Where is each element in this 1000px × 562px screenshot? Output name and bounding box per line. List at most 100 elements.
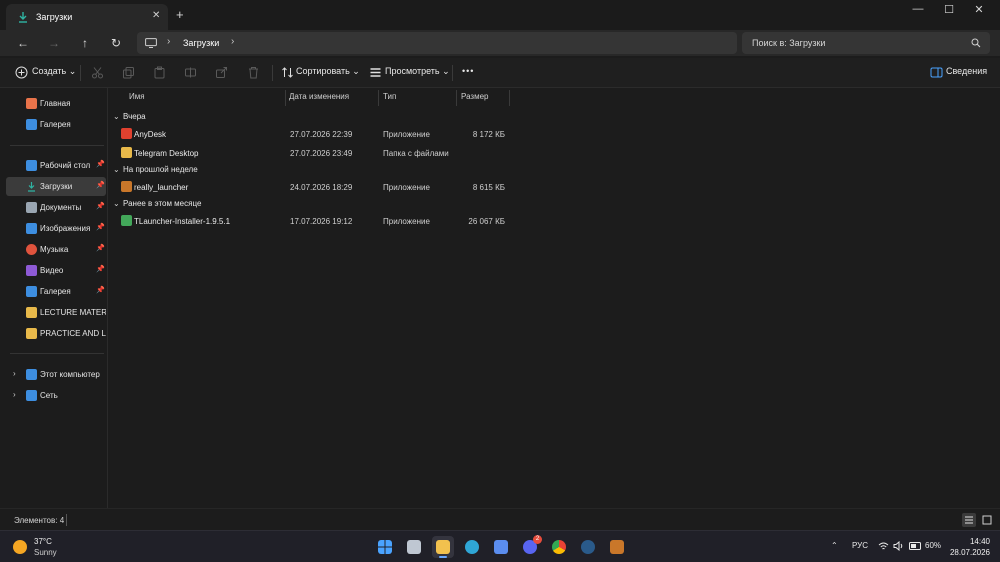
column-separator[interactable] <box>456 90 457 106</box>
file-row-really-launcher[interactable]: really_launcher 24.07.2026 18:29 Приложе… <box>109 178 529 196</box>
chevron-down-icon: ⌄ <box>352 66 360 76</box>
close-window-button[interactable]: ✕ <box>964 3 994 19</box>
column-header-type[interactable]: Тип <box>383 92 396 101</box>
wifi-icon[interactable] <box>878 541 889 551</box>
address-bar[interactable]: › Загрузки › <box>137 32 737 54</box>
refresh-button[interactable]: ↻ <box>107 35 125 51</box>
view-button[interactable]: Просмотреть ⌄ <box>385 66 450 77</box>
details-view-icon[interactable] <box>962 513 976 527</box>
sidebar-item-desktop[interactable]: Рабочий стол 📌 <box>6 156 106 175</box>
rename-icon[interactable] <box>184 66 197 79</box>
maximize-button[interactable]: ☐ <box>934 3 964 19</box>
copy-icon[interactable] <box>122 66 135 79</box>
paste-icon[interactable] <box>153 66 166 79</box>
sidebar-item-music[interactable]: Музыка 📌 <box>6 240 106 259</box>
minimize-button[interactable]: — <box>903 3 933 19</box>
divider <box>66 514 67 526</box>
downloads-icon <box>28 182 35 192</box>
sort-button[interactable]: Сортировать ⌄ <box>296 66 360 77</box>
command-bar: Создать ⌄ Сортировать ⌄ Просмотреть ⌄ ••… <box>0 58 1000 88</box>
tiles-view-icon[interactable] <box>980 513 994 527</box>
weather-description[interactable]: Sunny <box>34 548 57 557</box>
chevron-down-icon: ⌄ <box>113 112 120 121</box>
expand-chevron-icon[interactable]: › <box>13 369 16 378</box>
pin-icon: 📌 <box>96 245 105 252</box>
file-list: Имя Дата изменения Тип Размер ⌄ Вчера Any… <box>109 88 1000 508</box>
details-pane-icon <box>930 67 943 78</box>
tray-overflow-icon[interactable]: ⌃ <box>831 541 838 550</box>
column-header-date[interactable]: Дата изменения <box>289 92 349 101</box>
file-row-tlauncher-installer[interactable]: TLauncher-Installer-1.9.5.1 17.07.2026 1… <box>109 212 529 230</box>
task-view-icon[interactable] <box>403 536 425 558</box>
file-explorer-icon[interactable] <box>432 536 454 558</box>
create-button[interactable]: Создать ⌄ <box>32 66 76 77</box>
sidebar-item-pictures[interactable]: Изображения 📌 <box>6 219 106 238</box>
chevron-down-icon: ⌄ <box>113 199 120 208</box>
sidebar-item-this-pc[interactable]: › Этот компьютер <box>6 365 106 384</box>
group-header-yesterday[interactable]: ⌄ Вчера <box>113 112 146 121</box>
clock-time[interactable]: 14:40 <box>960 537 990 546</box>
gallery-icon <box>26 286 37 297</box>
computer-icon <box>26 369 37 380</box>
up-button[interactable]: ↑ <box>76 35 94 51</box>
sidebar-item-home[interactable]: Главная <box>6 94 106 113</box>
breadcrumb-separator[interactable]: › <box>167 36 170 47</box>
new-tab-button[interactable]: + <box>176 7 184 22</box>
sort-icon <box>282 67 293 78</box>
tab-downloads[interactable]: Загрузки ✕ <box>6 4 168 30</box>
pin-icon: 📌 <box>96 182 105 189</box>
breadcrumb-downloads[interactable]: Загрузки <box>183 38 219 48</box>
column-header-size[interactable]: Размер <box>461 92 489 101</box>
notification-badge: 2 <box>533 535 542 544</box>
discord-icon[interactable]: 2 <box>519 535 542 558</box>
share-icon[interactable] <box>215 66 228 79</box>
expand-chevron-icon[interactable]: › <box>13 390 16 399</box>
details-button[interactable]: Сведения <box>946 66 987 76</box>
sidebar-item-downloads[interactable]: Загрузки 📌 <box>6 177 106 196</box>
edge-icon[interactable] <box>461 536 483 558</box>
store-icon[interactable] <box>490 536 512 558</box>
breadcrumb-separator[interactable]: › <box>231 36 234 47</box>
volume-icon[interactable] <box>893 541 904 551</box>
weather-temperature[interactable]: 37°C <box>34 537 52 546</box>
file-row-telegram-desktop[interactable]: Telegram Desktop 27.07.2026 23:49 Папка … <box>109 144 529 162</box>
download-icon <box>19 12 27 23</box>
column-separator[interactable] <box>285 90 286 106</box>
sidebar-item-practice-and-labs[interactable]: PRACTICE AND LABS <box>6 324 106 343</box>
more-options-button[interactable]: ••• <box>462 66 474 76</box>
clock-date[interactable]: 28.07.2026 <box>945 548 990 557</box>
sidebar-item-gallery[interactable]: Галерея <box>6 115 106 134</box>
back-button[interactable]: ← <box>14 35 32 51</box>
view-icon <box>370 68 381 77</box>
sun-icon[interactable] <box>13 540 27 554</box>
windows-start-icon[interactable] <box>374 536 396 558</box>
cut-icon[interactable] <box>91 66 104 79</box>
sidebar-item-network[interactable]: › Сеть <box>6 386 106 405</box>
language-indicator[interactable]: РУС <box>852 541 868 550</box>
forward-button[interactable]: → <box>45 35 63 51</box>
group-header-last-week[interactable]: ⌄ На прошлой неделе <box>113 165 198 174</box>
chrome-icon[interactable] <box>548 536 570 558</box>
sidebar-item-documents[interactable]: Документы 📌 <box>6 198 106 217</box>
search-input[interactable]: Поиск в: Загрузки <box>752 38 825 48</box>
search-box[interactable]: Поиск в: Загрузки <box>742 32 990 54</box>
chevron-down-icon: ⌄ <box>68 66 77 76</box>
column-separator[interactable] <box>378 90 379 106</box>
sidebar-item-lecture-materials[interactable]: LECTURE MATERIALS <box>6 303 106 322</box>
chevron-down-icon: ⌄ <box>113 165 120 174</box>
plus-circle-icon <box>15 66 28 79</box>
delete-icon[interactable] <box>247 66 260 79</box>
battery-icon[interactable] <box>909 542 922 550</box>
battery-percent[interactable]: 60% <box>925 541 941 550</box>
really-launcher-icon[interactable] <box>606 536 628 558</box>
steam-icon[interactable] <box>577 536 599 558</box>
group-header-earlier-this-month[interactable]: ⌄ Ранее в этом месяце <box>113 199 201 208</box>
home-icon <box>26 98 37 109</box>
tab-close-icon[interactable]: ✕ <box>152 10 160 21</box>
sidebar-item-video[interactable]: Видео 📌 <box>6 261 106 280</box>
column-separator[interactable] <box>509 90 510 106</box>
divider <box>452 65 453 81</box>
column-header-name[interactable]: Имя <box>129 92 145 101</box>
file-row-anydesk[interactable]: AnyDesk 27.07.2026 22:39 Приложение 8 17… <box>109 125 529 143</box>
sidebar-item-gallery-pinned[interactable]: Галерея 📌 <box>6 282 106 301</box>
